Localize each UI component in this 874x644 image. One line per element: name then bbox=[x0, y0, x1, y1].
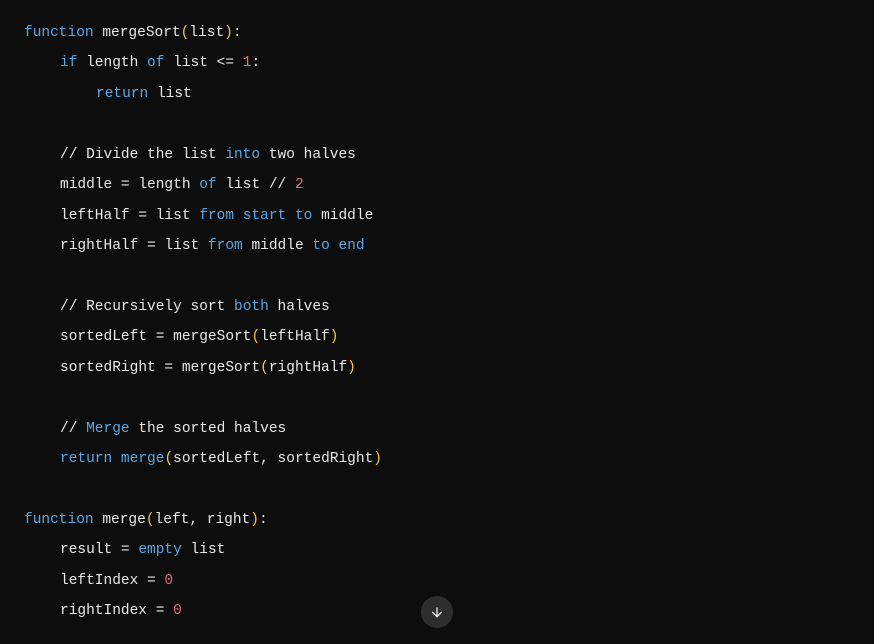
code-line: return merge(sortedLeft, sortedRight) bbox=[24, 444, 850, 474]
code-token: leftHalf bbox=[260, 329, 330, 345]
code-token: : bbox=[251, 55, 260, 71]
scroll-down-button[interactable] bbox=[421, 596, 453, 628]
code-token: return bbox=[96, 86, 148, 102]
code-token: 2 bbox=[295, 177, 304, 193]
code-token: mergeSort bbox=[102, 25, 180, 41]
code-token: of bbox=[147, 55, 164, 71]
code-token: from bbox=[208, 238, 243, 254]
code-token: sortedLeft, sortedRight bbox=[173, 451, 373, 467]
code-token: rightHalf bbox=[269, 360, 347, 376]
code-token: into bbox=[225, 147, 260, 163]
code-token: list bbox=[148, 86, 192, 102]
code-line: // Recursively sort both halves bbox=[24, 292, 850, 322]
code-token: sortedRight = mergeSort bbox=[60, 360, 260, 376]
code-token: 0 bbox=[173, 603, 182, 619]
code-token: rightHalf = list bbox=[60, 238, 208, 254]
code-token: leftIndex = bbox=[60, 573, 164, 589]
code-token: return bbox=[60, 451, 112, 467]
code-line bbox=[24, 475, 850, 505]
arrow-down-icon bbox=[429, 604, 445, 620]
code-token: list bbox=[189, 25, 224, 41]
code-token: end bbox=[338, 238, 364, 254]
code-token: rightIndex = bbox=[60, 603, 173, 619]
code-token: function bbox=[24, 25, 94, 41]
code-line: sortedLeft = mergeSort(leftHalf) bbox=[24, 322, 850, 352]
code-line bbox=[24, 262, 850, 292]
code-line: function mergeSort(list): bbox=[24, 18, 850, 48]
code-block: function mergeSort(list):if length of li… bbox=[24, 18, 850, 627]
code-line: if length of list <= 1: bbox=[24, 48, 850, 78]
code-token: if bbox=[60, 55, 77, 71]
code-line: sortedRight = mergeSort(rightHalf) bbox=[24, 353, 850, 383]
code-token: list bbox=[182, 542, 226, 558]
code-line: return list bbox=[24, 79, 850, 109]
code-token: middle bbox=[312, 208, 373, 224]
code-token: : bbox=[259, 512, 268, 528]
code-token: ( bbox=[251, 329, 260, 345]
code-token: merge bbox=[121, 451, 165, 467]
code-token: length bbox=[77, 55, 147, 71]
code-token: list <= bbox=[164, 55, 242, 71]
code-token: ( bbox=[164, 451, 173, 467]
code-token: middle = length bbox=[60, 177, 199, 193]
code-token bbox=[234, 208, 243, 224]
code-token: // Divide the list bbox=[60, 147, 225, 163]
code-token: Merge bbox=[86, 421, 130, 437]
code-token: : bbox=[233, 25, 242, 41]
code-token: of bbox=[199, 177, 216, 193]
code-token: ( bbox=[146, 512, 155, 528]
code-token: list // bbox=[217, 177, 295, 193]
code-token: ) bbox=[347, 360, 356, 376]
code-token: ) bbox=[250, 512, 259, 528]
code-token: function bbox=[24, 512, 94, 528]
code-token: ) bbox=[330, 329, 339, 345]
code-token bbox=[286, 208, 295, 224]
code-token: leftHalf = list bbox=[60, 208, 199, 224]
code-token: ( bbox=[260, 360, 269, 376]
code-line: // Merge the sorted halves bbox=[24, 414, 850, 444]
code-line: middle = length of list // 2 bbox=[24, 170, 850, 200]
code-token: result = bbox=[60, 542, 138, 558]
code-token: ) bbox=[224, 25, 233, 41]
code-token: middle bbox=[243, 238, 313, 254]
code-line: // Divide the list into two halves bbox=[24, 140, 850, 170]
code-line: function merge(left, right): bbox=[24, 505, 850, 535]
code-line: leftHalf = list from start to middle bbox=[24, 201, 850, 231]
code-line: result = empty list bbox=[24, 535, 850, 565]
code-token: the sorted halves bbox=[130, 421, 287, 437]
code-token bbox=[112, 451, 121, 467]
code-token: ) bbox=[373, 451, 382, 467]
code-token: left, right bbox=[155, 512, 251, 528]
code-line: leftIndex = 0 bbox=[24, 566, 850, 596]
code-token: 0 bbox=[164, 573, 173, 589]
code-token: halves bbox=[269, 299, 330, 315]
code-token: to bbox=[312, 238, 329, 254]
code-line: rightHalf = list from middle to end bbox=[24, 231, 850, 261]
code-token: start bbox=[243, 208, 287, 224]
code-token: // bbox=[60, 421, 86, 437]
code-token: sortedLeft = mergeSort bbox=[60, 329, 251, 345]
code-token: merge bbox=[102, 512, 146, 528]
code-token: // Recursively sort bbox=[60, 299, 234, 315]
code-line bbox=[24, 109, 850, 139]
code-token: from bbox=[199, 208, 234, 224]
code-token: two halves bbox=[260, 147, 356, 163]
code-token: to bbox=[295, 208, 312, 224]
code-line bbox=[24, 383, 850, 413]
code-token: empty bbox=[138, 542, 182, 558]
code-token: both bbox=[234, 299, 269, 315]
